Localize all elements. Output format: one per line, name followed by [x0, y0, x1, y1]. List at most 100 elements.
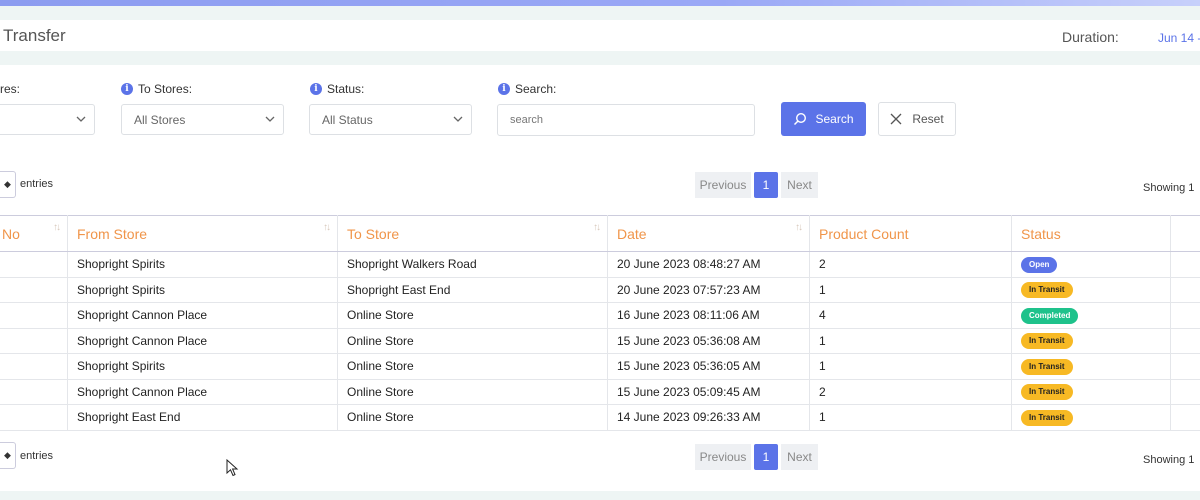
cell-no — [0, 276, 68, 303]
chevron-down-icon — [453, 116, 463, 122]
cell-from-store: Shopright Spirits — [67, 276, 338, 303]
cell-date: 16 June 2023 08:11:06 AM — [607, 302, 810, 329]
status-badge: Open — [1021, 256, 1058, 273]
close-icon — [890, 113, 902, 125]
status-badge: In Transit — [1021, 358, 1073, 375]
column-header-label: Product Count — [819, 225, 909, 242]
table-row[interactable]: Shopright Spirits Shopright Walkers Road 2… — [0, 251, 1200, 278]
search-label: i Search: — [498, 82, 556, 96]
cell-product-count: 1 — [809, 353, 1012, 380]
cell-to-store: Shopright Walkers Road — [337, 251, 608, 278]
table-row[interactable]: Shopright Cannon Place Online Store 16 Jun… — [0, 302, 1200, 329]
cell-product-count: 1 — [809, 327, 1012, 354]
cell-extra — [1170, 302, 1200, 329]
status-badge: Completed — [1021, 307, 1079, 324]
status-badge: In Transit — [1021, 333, 1073, 350]
cell-no — [0, 251, 68, 278]
from-stores-label: res: — [0, 82, 20, 96]
next-page-button[interactable]: Next — [781, 172, 818, 198]
pagination-bottom: Previous 1 Next — [695, 444, 818, 470]
cell-from-store: Shopright Cannon Place — [67, 327, 338, 354]
cell-no — [0, 353, 68, 380]
column-header-status[interactable]: Status — [1011, 215, 1171, 252]
cell-product-count: 4 — [809, 302, 1012, 329]
table-row[interactable]: Shopright Cannon Place Online Store 15 Jun… — [0, 378, 1200, 405]
table-row[interactable]: Shopright Spirits Online Store 15 June 202… — [0, 353, 1200, 380]
cell-product-count: 1 — [809, 276, 1012, 303]
top-accent-bar — [0, 0, 1200, 6]
status-badge: In Transit — [1021, 384, 1073, 401]
cell-date: 15 June 2023 05:36:05 AM — [607, 353, 810, 380]
entries-select-bottom[interactable]: ◆ — [0, 442, 16, 469]
cell-no — [0, 327, 68, 354]
cell-no — [0, 404, 68, 431]
cell-no — [0, 302, 68, 329]
from-stores-select[interactable] — [0, 104, 95, 135]
sort-icon: ↑↓ — [795, 222, 803, 233]
table-header-row: No ↑↓ From Store ↑↓ To Store ↑↓ Date ↑↓ Prod… — [0, 215, 1200, 252]
duration-picker[interactable]: Jun 14 - — [1158, 31, 1200, 45]
next-page-button[interactable]: Next — [781, 444, 818, 470]
cell-extra — [1170, 276, 1200, 303]
column-header-to-store[interactable]: To Store ↑↓ — [337, 215, 608, 252]
cell-from-store: Shopright Cannon Place — [67, 378, 338, 405]
showing-info-bottom: Showing 1 — [1143, 454, 1195, 466]
page-header: Transfer Duration: Jun 14 - — [0, 20, 1200, 51]
cell-no — [0, 378, 68, 405]
cell-status: Completed — [1011, 302, 1171, 329]
cell-extra — [1170, 327, 1200, 354]
cell-from-store: Shopright Spirits — [67, 251, 338, 278]
chevron-down-icon — [76, 116, 86, 122]
cell-from-store: Shopright Spirits — [67, 353, 338, 380]
cell-date: 15 June 2023 05:36:08 AM — [607, 327, 810, 354]
search-input[interactable] — [497, 104, 755, 136]
cell-status: In Transit — [1011, 353, 1171, 380]
previous-page-button[interactable]: Previous — [695, 444, 751, 470]
page-1-button[interactable]: 1 — [754, 444, 778, 470]
cell-to-store: Online Store — [337, 327, 608, 354]
cell-from-store: Shopright Cannon Place — [67, 302, 338, 329]
info-icon: i — [310, 83, 322, 95]
column-header-extra — [1170, 215, 1200, 252]
column-header-from-store[interactable]: From Store ↑↓ — [67, 215, 338, 252]
previous-page-button[interactable]: Previous — [695, 172, 751, 198]
to-stores-value: All Stores — [134, 112, 186, 127]
cell-status: In Transit — [1011, 404, 1171, 431]
column-header-product-count[interactable]: Product Count — [809, 215, 1012, 252]
cell-date: 14 June 2023 09:26:33 AM — [607, 404, 810, 431]
cell-date: 20 June 2023 07:57:23 AM — [607, 276, 810, 303]
cell-extra — [1170, 378, 1200, 405]
entries-select[interactable]: ◆ — [0, 171, 16, 198]
cell-to-store: Online Store — [337, 378, 608, 405]
transfer-table: No ↑↓ From Store ↑↓ To Store ↑↓ Date ↑↓ Prod… — [0, 215, 1200, 431]
reset-button[interactable]: Reset — [878, 102, 956, 136]
sort-icon: ↑↓ — [593, 222, 601, 233]
entries-label-bottom: entries — [20, 450, 54, 462]
search-icon — [794, 112, 807, 126]
sort-icon: ↑↓ — [323, 222, 331, 233]
from-stores-label-text: res: — [0, 82, 21, 96]
table-row[interactable]: Shopright Spirits Shopright East End 20 Ju… — [0, 276, 1200, 303]
pagination: Previous 1 Next — [695, 172, 818, 198]
cell-status: In Transit — [1011, 378, 1171, 405]
status-select[interactable]: All Status — [309, 104, 472, 135]
cell-to-store: Online Store — [337, 353, 608, 380]
table-row[interactable]: Shopright East End Online Store 14 June 20… — [0, 404, 1200, 431]
to-stores-select[interactable]: All Stores — [121, 104, 284, 135]
search-button-label: Search — [815, 112, 854, 126]
cell-to-store: Shopright East End — [337, 276, 608, 303]
column-header-label: To Store — [347, 225, 400, 242]
to-stores-label-text: To Stores: — [138, 82, 193, 96]
table-row[interactable]: Shopright Cannon Place Online Store 15 Jun… — [0, 327, 1200, 354]
page-1-button[interactable]: 1 — [754, 172, 778, 198]
search-button[interactable]: Search — [781, 102, 866, 136]
column-header-label: No — [2, 225, 20, 242]
cell-date: 15 June 2023 05:09:45 AM — [607, 378, 810, 405]
column-header-date[interactable]: Date ↑↓ — [607, 215, 810, 252]
column-header-label: From Store — [77, 225, 148, 242]
column-header-no[interactable]: No ↑↓ — [0, 215, 68, 252]
search-label-text: Search: — [515, 82, 557, 96]
info-icon: i — [498, 83, 510, 95]
cell-to-store: Online Store — [337, 302, 608, 329]
cell-product-count: 1 — [809, 404, 1012, 431]
